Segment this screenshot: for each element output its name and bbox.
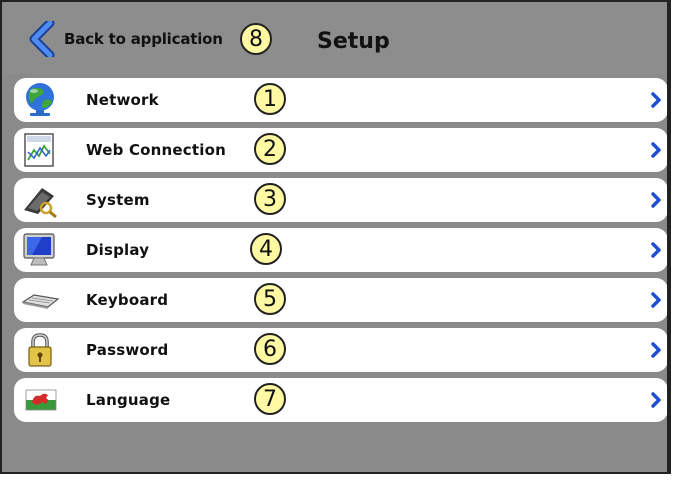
chevron-right-icon xyxy=(651,242,661,258)
callout-badge-6: 6 xyxy=(254,333,286,365)
menu-item-label: Password xyxy=(86,341,169,359)
menu-item-label: Language xyxy=(86,391,171,409)
menu-item-system[interactable]: System 3 xyxy=(14,178,667,222)
callout-badge-8: 8 xyxy=(240,23,272,55)
chevron-right-icon xyxy=(651,392,661,408)
menu-item-keyboard[interactable]: Keyboard 5 xyxy=(14,278,667,322)
back-to-application-label: Back to application xyxy=(64,30,223,48)
back-arrow-icon xyxy=(29,21,55,57)
callout-badge-7: 7 xyxy=(254,383,286,415)
chevron-right-icon xyxy=(651,292,661,308)
menu-item-label: System xyxy=(86,191,150,209)
callout-badge-3: 3 xyxy=(254,183,286,215)
callout-badge-5: 5 xyxy=(254,283,286,315)
setup-window: Back to application 8 Setup Network 1 We… xyxy=(0,0,671,474)
menu-item-display[interactable]: Display 4 xyxy=(14,228,667,272)
chevron-right-icon xyxy=(651,142,661,158)
chevron-right-icon xyxy=(651,342,661,358)
callout-badge-1: 1 xyxy=(254,83,286,115)
menu-item-label: Network xyxy=(86,91,159,109)
menu-item-label: Display xyxy=(86,241,150,259)
padlock-icon xyxy=(28,333,52,367)
menu-item-network[interactable]: Network 1 xyxy=(14,78,667,122)
menu-item-label: Keyboard xyxy=(86,291,169,309)
callout-badge-4: 4 xyxy=(250,233,282,265)
back-to-application-button[interactable]: Back to application xyxy=(28,20,223,58)
chevron-right-icon xyxy=(651,92,661,108)
menu-item-label: Web Connection xyxy=(86,141,226,159)
chevron-right-icon xyxy=(651,192,661,208)
header-bar: Back to application 8 Setup xyxy=(2,2,667,74)
globe-icon xyxy=(26,83,54,116)
keyboard-icon xyxy=(21,294,60,309)
menu-item-language[interactable]: Language 7 xyxy=(14,378,667,422)
flag-icon xyxy=(25,389,57,411)
menu-item-password[interactable]: Password 6 xyxy=(14,328,667,372)
page-title: Setup xyxy=(317,29,390,54)
system-tools-icon xyxy=(24,188,57,218)
callout-badge-2: 2 xyxy=(254,133,286,165)
monitor-icon xyxy=(23,233,55,266)
web-chart-icon xyxy=(24,133,54,167)
menu-item-web-connection[interactable]: Web Connection 2 xyxy=(14,128,667,172)
